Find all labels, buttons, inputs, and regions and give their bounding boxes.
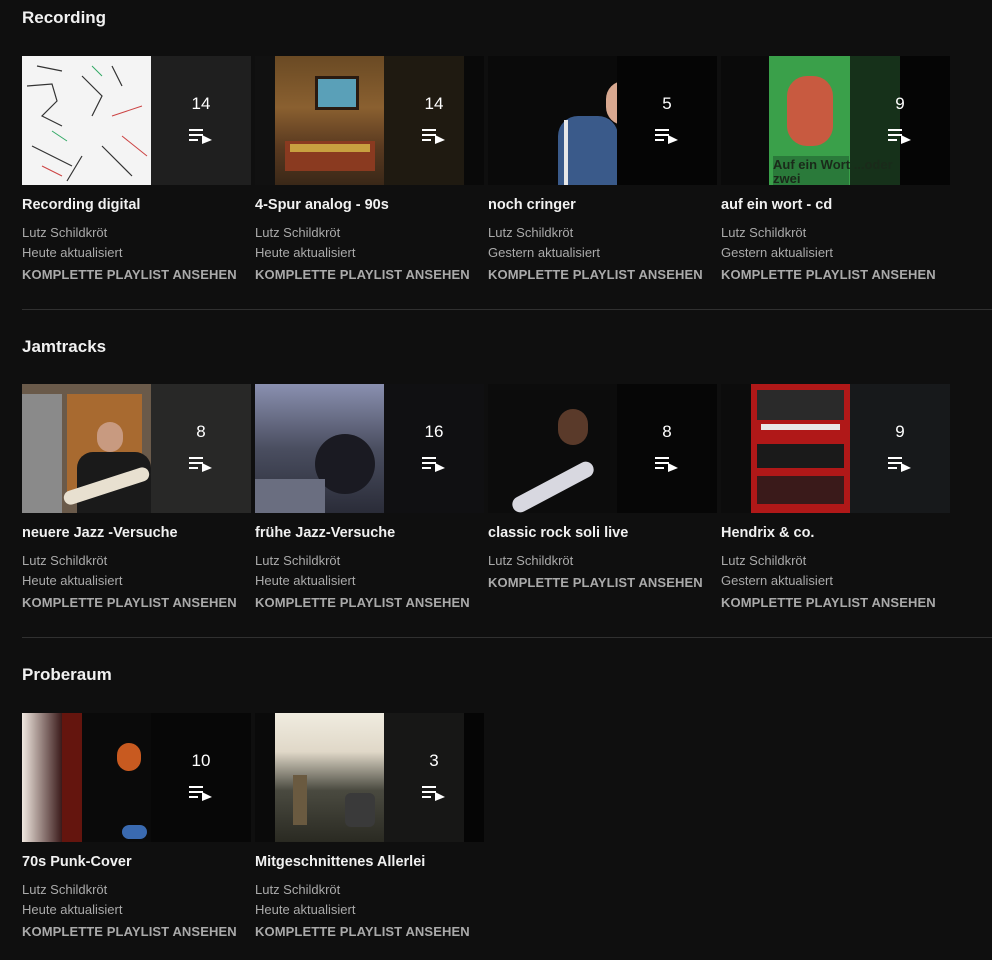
- thumbnail-image: [275, 713, 384, 842]
- updated-label: Gestern aktualisiert: [721, 245, 833, 260]
- view-full-playlist-link[interactable]: KOMPLETTE PLAYLIST ANSEHEN: [721, 595, 950, 611]
- playlist-play-icon: [189, 457, 212, 472]
- thumbnail-image: [488, 56, 617, 185]
- channel-name[interactable]: Lutz Schildkröt: [488, 553, 717, 569]
- playlist-title[interactable]: 4-Spur analog - 90s: [255, 196, 484, 214]
- thumbnail-overlay: [151, 384, 251, 513]
- playlist-title[interactable]: Recording digital: [22, 196, 251, 214]
- thumbnail-image: [255, 384, 384, 513]
- thumbnail-overlay: [384, 713, 484, 842]
- channel-name[interactable]: Lutz Schildkröt: [721, 553, 950, 569]
- thumbnail-overlay: [384, 384, 484, 513]
- playlist-thumbnail[interactable]: 16: [255, 384, 484, 513]
- view-full-playlist-link[interactable]: KOMPLETTE PLAYLIST ANSEHEN: [255, 267, 484, 283]
- updated-label: Heute aktualisiert: [255, 902, 356, 917]
- channel-name[interactable]: Lutz Schildkröt: [22, 882, 251, 898]
- section-divider: [22, 309, 992, 310]
- channel-name[interactable]: Lutz Schildkröt: [255, 882, 484, 898]
- view-full-playlist-link[interactable]: KOMPLETTE PLAYLIST ANSEHEN: [22, 267, 251, 283]
- playlist-play-icon: [888, 129, 911, 144]
- view-full-playlist-link[interactable]: KOMPLETTE PLAYLIST ANSEHEN: [721, 267, 950, 283]
- thumbnail-overlay: [617, 56, 717, 185]
- updated-label: Gestern aktualisiert: [488, 245, 600, 260]
- thumbnail-image: [22, 384, 151, 513]
- channel-name[interactable]: Lutz Schildkröt: [22, 225, 251, 241]
- thumbnail-overlay: [384, 56, 484, 185]
- playlist-thumbnail[interactable]: 3: [255, 713, 484, 842]
- playlist-thumbnail[interactable]: 5: [488, 56, 717, 185]
- thumbnail-overlay: [850, 384, 950, 513]
- playlist-thumbnail[interactable]: 8: [22, 384, 251, 513]
- section-divider: [22, 637, 992, 638]
- updated-label: Heute aktualisiert: [255, 245, 356, 260]
- updated-label: Heute aktualisiert: [22, 245, 123, 260]
- channel-name[interactable]: Lutz Schildkröt: [22, 553, 251, 569]
- updated-label: Heute aktualisiert: [255, 573, 356, 588]
- thumbnail-text: Auf ein Wort ...oder zwei: [773, 157, 893, 186]
- playlist-title[interactable]: Mitgeschnittenes Allerlei: [255, 853, 484, 871]
- playlist-play-icon: [888, 457, 911, 472]
- video-count: 10: [191, 751, 211, 770]
- video-count: 5: [662, 94, 672, 113]
- playlist-title[interactable]: classic rock soli live: [488, 524, 717, 542]
- playlist-thumbnail[interactable]: 14: [255, 56, 484, 185]
- updated-label: Heute aktualisiert: [22, 573, 123, 588]
- updated-label: Gestern aktualisiert: [721, 573, 833, 588]
- playlist-title[interactable]: neuere Jazz -Versuche: [22, 524, 251, 542]
- playlist-thumbnail[interactable]: 8: [488, 384, 717, 513]
- section-title[interactable]: Recording: [22, 8, 106, 28]
- playlist-title[interactable]: auf ein wort - cd: [721, 196, 950, 214]
- thumbnail-image: [751, 384, 850, 513]
- playlist-play-icon: [422, 129, 445, 144]
- video-count: 9: [895, 422, 905, 441]
- view-full-playlist-link[interactable]: KOMPLETTE PLAYLIST ANSEHEN: [22, 924, 251, 940]
- playlist-play-icon: [189, 786, 212, 801]
- channel-name[interactable]: Lutz Schildkröt: [721, 225, 950, 241]
- view-full-playlist-link[interactable]: KOMPLETTE PLAYLIST ANSEHEN: [488, 267, 717, 283]
- thumbnail-image: [488, 384, 617, 513]
- view-full-playlist-link[interactable]: KOMPLETTE PLAYLIST ANSEHEN: [255, 924, 484, 940]
- playlist-play-icon: [422, 786, 445, 801]
- channel-name[interactable]: Lutz Schildkröt: [488, 225, 717, 241]
- playlist-title[interactable]: frühe Jazz-Versuche: [255, 524, 484, 542]
- updated-label: Heute aktualisiert: [22, 902, 123, 917]
- playlist-play-icon: [189, 129, 212, 144]
- playlist-play-icon: [655, 129, 678, 144]
- playlist-thumbnail[interactable]: Auf ein Wort ...oder zwei 9: [721, 56, 950, 185]
- playlist-thumbnail[interactable]: 9: [721, 384, 950, 513]
- thumbnail-image: [22, 56, 151, 185]
- playlist-thumbnail[interactable]: 14: [22, 56, 251, 185]
- thumbnail-overlay: [617, 384, 717, 513]
- thumbnail-overlay: [151, 713, 251, 842]
- thumbnail-overlay: [151, 56, 251, 185]
- channel-name[interactable]: Lutz Schildkröt: [255, 553, 484, 569]
- channel-name[interactable]: Lutz Schildkröt: [255, 225, 484, 241]
- thumbnail-image: [22, 713, 151, 842]
- video-count: 14: [191, 94, 211, 113]
- video-count: 9: [895, 94, 905, 113]
- playlist-play-icon: [655, 457, 678, 472]
- video-count: 16: [424, 422, 444, 441]
- playlist-title[interactable]: 70s Punk-Cover: [22, 853, 251, 871]
- view-full-playlist-link[interactable]: KOMPLETTE PLAYLIST ANSEHEN: [488, 575, 717, 591]
- video-count: 14: [424, 94, 444, 113]
- video-count: 8: [196, 422, 206, 441]
- playlist-play-icon: [422, 457, 445, 472]
- section-title[interactable]: Proberaum: [22, 665, 112, 685]
- video-count: 3: [429, 751, 439, 770]
- video-count: 8: [662, 422, 672, 441]
- playlist-title[interactable]: noch cringer: [488, 196, 717, 214]
- section-title[interactable]: Jamtracks: [22, 337, 106, 357]
- view-full-playlist-link[interactable]: KOMPLETTE PLAYLIST ANSEHEN: [255, 595, 484, 611]
- view-full-playlist-link[interactable]: KOMPLETTE PLAYLIST ANSEHEN: [22, 595, 251, 611]
- thumbnail-image: [275, 56, 384, 185]
- playlist-thumbnail[interactable]: 10: [22, 713, 251, 842]
- playlist-title[interactable]: Hendrix & co.: [721, 524, 950, 542]
